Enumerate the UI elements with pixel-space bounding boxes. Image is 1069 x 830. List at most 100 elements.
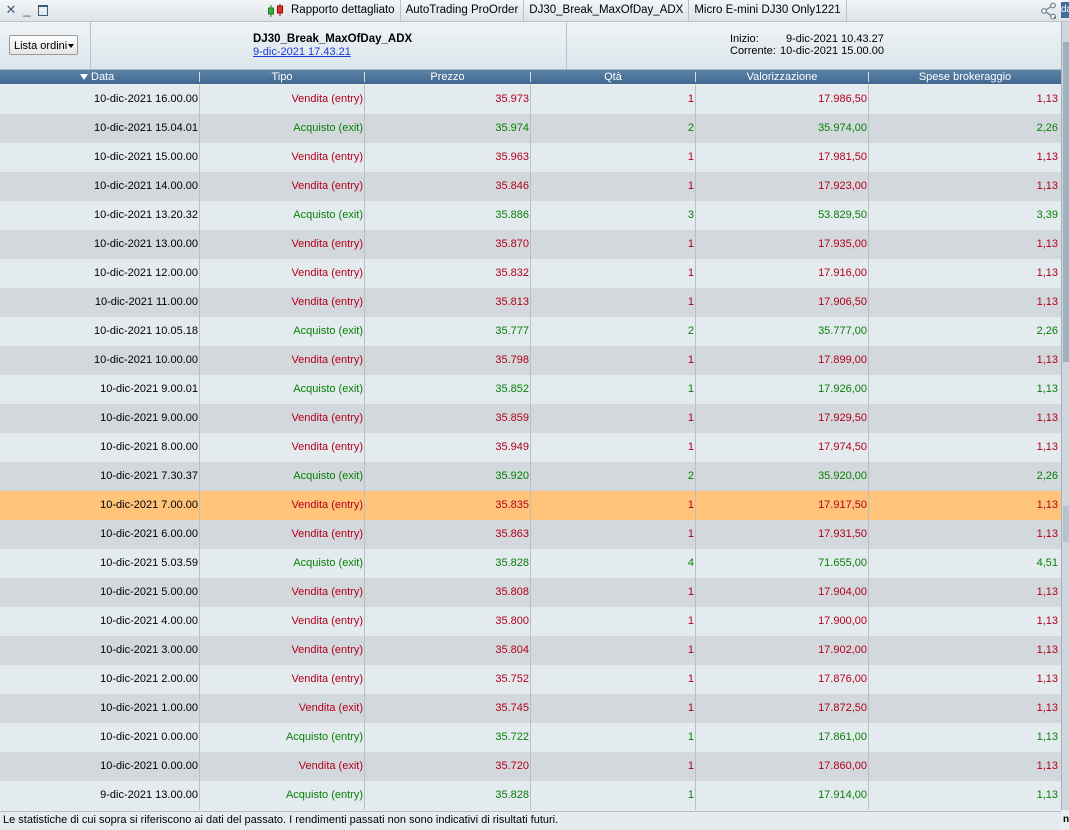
minimize-icon[interactable]: _ [20,3,34,17]
cell-data: 10-dic-2021 15.00.00 [94,151,198,163]
table-row[interactable]: 10-dic-2021 0.00.00 Acquisto (entry) 35.72… [0,723,1061,752]
cell-prezzo: 35.832 [495,267,529,279]
table-row[interactable]: 10-dic-2021 1.00.00 Vendita (exit) 35.745 1… [0,694,1061,723]
table-row[interactable]: 10-dic-2021 10.05.18 Acquisto (exit) 35.77… [0,317,1061,346]
cell-spese: 1,13 [1036,789,1058,801]
vertical-scrollbar[interactable] [1061,22,1069,810]
cell-prezzo: 35.808 [495,586,529,598]
cell-qta: 1 [687,615,694,627]
cell-valorizzazione: 17.914,00 [818,789,867,801]
table-row[interactable]: 10-dic-2021 9.00.00 Vendita (entry) 35.859… [0,404,1061,433]
cell-valorizzazione: 17.876,00 [818,673,867,685]
cell-valorizzazione: 17.899,00 [818,354,867,366]
table-row[interactable]: 10-dic-2021 12.00.00 Vendita (entry) 35.83… [0,259,1061,288]
column-header-spese[interactable]: Spese brokeraggio [869,70,1061,84]
cell-qta: 1 [687,644,694,656]
table-row[interactable]: 10-dic-2021 13.20.32 Acquisto (exit) 35.88… [0,201,1061,230]
cell-valorizzazione: 17.931,50 [818,528,867,540]
cell-tipo: Vendita (exit) [298,760,363,772]
cell-valorizzazione: 71.655,00 [818,557,867,569]
cell-valorizzazione: 35.777,00 [818,325,867,337]
table-row[interactable]: 10-dic-2021 15.00.00 Vendita (entry) 35.96… [0,143,1061,172]
cell-prezzo: 35.800 [495,615,529,627]
cell-spese: 1,13 [1036,412,1058,424]
cell-qta: 1 [687,151,694,163]
cell-qta: 2 [687,470,694,482]
cell-data: 10-dic-2021 0.00.00 [100,731,198,743]
cell-spese: 1,13 [1036,354,1058,366]
column-header-qta[interactable]: Qtà [531,70,695,84]
cell-data: 10-dic-2021 7.00.00 [100,499,198,511]
cell-data: 10-dic-2021 11.00.00 [94,296,198,308]
panel-edge-label[interactable]: da [1061,2,1069,18]
tab-autotrading-proorder[interactable]: AutoTrading ProOrder [401,0,525,21]
cell-data: 10-dic-2021 10.00.00 [94,354,198,366]
table-row[interactable]: 10-dic-2021 15.04.01 Acquisto (exit) 35.97… [0,114,1061,143]
cell-tipo: Vendita (entry) [291,441,363,453]
table-row[interactable]: 10-dic-2021 16.00.00 Vendita (entry) 35.97… [0,85,1061,114]
scrollbar-thumb[interactable] [1063,42,1069,362]
cell-qta: 1 [687,586,694,598]
chevron-down-icon [68,44,74,48]
maximize-icon[interactable] [36,3,50,17]
table-row[interactable]: 10-dic-2021 6.00.00 Vendita (entry) 35.863… [0,520,1061,549]
cell-prezzo: 35.720 [495,760,529,772]
table-row[interactable]: 10-dic-2021 10.00.00 Vendita (entry) 35.79… [0,346,1061,375]
cell-valorizzazione: 53.829,50 [818,209,867,221]
cell-prezzo: 35.745 [495,702,529,714]
cell-valorizzazione: 17.917,50 [818,499,867,511]
cell-prezzo: 35.863 [495,528,529,540]
tab-instrument[interactable]: Micro E-mini DJ30 Only1221 [689,0,847,21]
share-icon[interactable] [1040,2,1058,20]
cell-tipo: Vendita (entry) [291,93,363,105]
cell-data: 10-dic-2021 13.20.32 [94,209,198,221]
cell-qta: 1 [687,528,694,540]
tab-detailed-report[interactable]: Rapporto dettagliato [264,0,401,21]
cell-data: 10-dic-2021 15.04.01 [94,122,198,134]
table-row[interactable]: 10-dic-2021 5.03.59 Acquisto (exit) 35.828… [0,549,1061,578]
cell-valorizzazione: 17.923,00 [818,180,867,192]
column-header-valorizzazione[interactable]: Valorizzazione [696,70,868,84]
table-row[interactable]: 10-dic-2021 4.00.00 Vendita (entry) 35.800… [0,607,1061,636]
cell-qta: 2 [687,325,694,337]
table-row[interactable]: 10-dic-2021 7.30.37 Acquisto (exit) 35.920… [0,462,1061,491]
cell-tipo: Vendita (entry) [291,267,363,279]
cell-data: 10-dic-2021 2.00.00 [100,673,198,685]
column-header-data[interactable]: Data [80,70,140,84]
close-icon[interactable]: ✕ [4,3,18,17]
cell-qta: 1 [687,789,694,801]
table-row[interactable]: 10-dic-2021 14.00.00 Vendita (entry) 35.84… [0,172,1061,201]
cell-qta: 4 [687,557,694,569]
cell-tipo: Acquisto (exit) [293,209,363,221]
cell-spese: 1,13 [1036,586,1058,598]
order-list-dropdown[interactable]: Lista ordini [9,35,78,55]
cell-valorizzazione: 17.906,50 [818,296,867,308]
table-row[interactable]: 10-dic-2021 0.00.00 Vendita (exit) 35.720 1… [0,752,1061,781]
table-row[interactable]: 10-dic-2021 7.00.00 Vendita (entry) 35.835… [0,491,1061,520]
cell-prezzo: 35.973 [495,93,529,105]
column-header-tipo[interactable]: Tipo [200,70,364,84]
table-row[interactable]: 9-dic-2021 13.00.00 Acquisto (entry) 35.82… [0,781,1061,810]
strategy-date-link[interactable]: 9-dic-2021 17.43.21 [253,46,351,58]
table-row[interactable]: 10-dic-2021 9.00.01 Acquisto (exit) 35.852… [0,375,1061,404]
cell-valorizzazione: 17.935,00 [818,238,867,250]
table-row[interactable]: 10-dic-2021 8.00.00 Vendita (entry) 35.949… [0,433,1061,462]
cell-qta: 1 [687,267,694,279]
cell-spese: 2,26 [1036,325,1058,337]
table-row[interactable]: 10-dic-2021 13.00.00 Vendita (entry) 35.87… [0,230,1061,259]
table-row[interactable]: 10-dic-2021 2.00.00 Vendita (entry) 35.752… [0,665,1061,694]
column-header-prezzo[interactable]: Prezzo [365,70,530,84]
tab-strategy[interactable]: DJ30_Break_MaxOfDay_ADX [524,0,690,21]
cell-tipo: Vendita (entry) [291,673,363,685]
table-row[interactable]: 10-dic-2021 5.00.00 Vendita (entry) 35.808… [0,578,1061,607]
scrollbar-thumb-secondary[interactable] [1063,506,1069,542]
table-row[interactable]: 10-dic-2021 3.00.00 Vendita (entry) 35.804… [0,636,1061,665]
table-row[interactable]: 10-dic-2021 11.00.00 Vendita (entry) 35.81… [0,288,1061,317]
cell-qta: 1 [687,296,694,308]
tab-label: Micro E-mini DJ30 Only1221 [694,4,841,16]
cell-prezzo: 35.804 [495,644,529,656]
cell-spese: 1,13 [1036,528,1058,540]
cell-valorizzazione: 35.920,00 [818,470,867,482]
cell-prezzo: 35.813 [495,296,529,308]
cell-data: 10-dic-2021 3.00.00 [100,644,198,656]
